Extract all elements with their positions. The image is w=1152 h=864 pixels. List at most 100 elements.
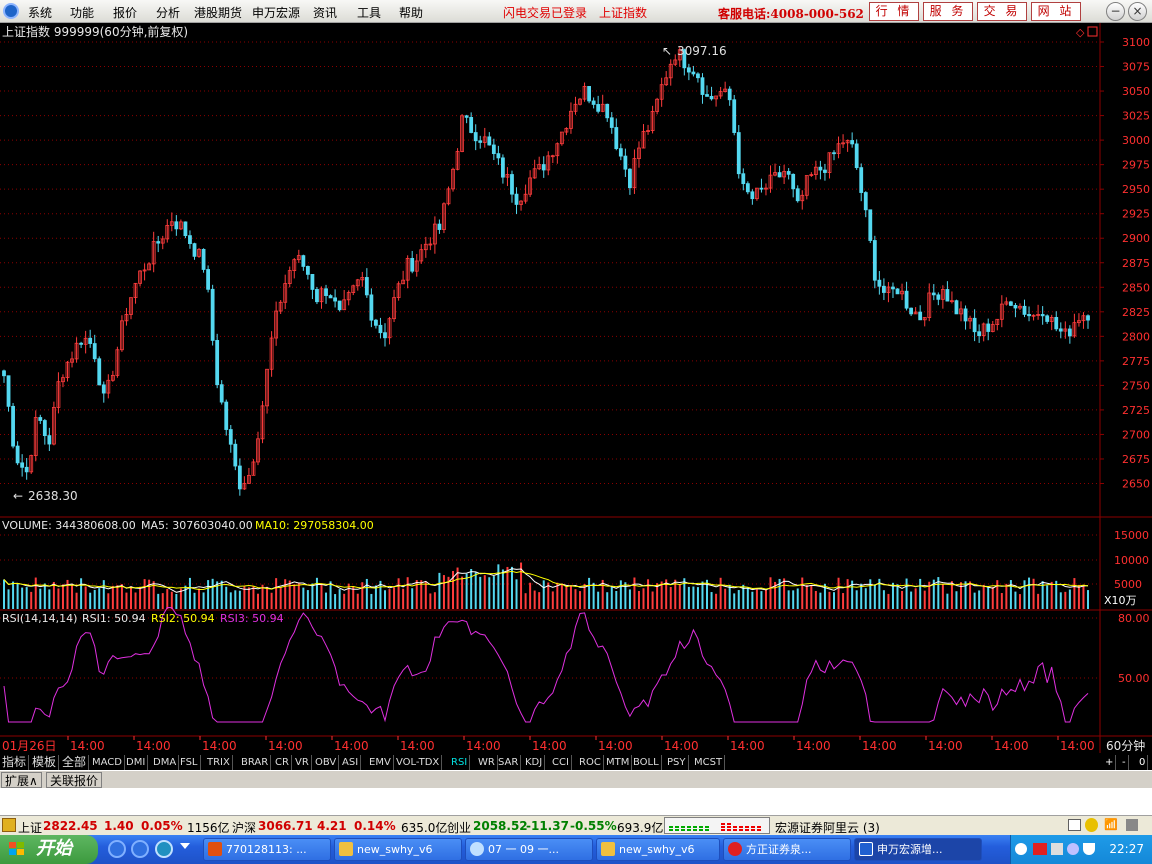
- start-button[interactable]: 开始: [0, 835, 98, 864]
- tab-roc[interactable]: ROC: [577, 755, 604, 770]
- tab-cci[interactable]: CCI: [550, 755, 572, 770]
- flag-icon[interactable]: [1033, 843, 1047, 855]
- tab-emv[interactable]: EMV: [367, 755, 394, 770]
- price-tick: 2850: [1122, 281, 1150, 294]
- website-button[interactable]: 网 站: [1031, 2, 1081, 21]
- menu-tools[interactable]: 工具: [357, 4, 381, 21]
- chevron-down-icon[interactable]: [180, 843, 190, 849]
- tab-vol-tdx[interactable]: VOL-TDX: [394, 755, 443, 770]
- candle-body: [469, 116, 474, 133]
- taskbar-item-3[interactable]: 07 一 09 一...: [465, 838, 593, 861]
- lock-icon[interactable]: [1126, 819, 1138, 831]
- candle-body: [20, 462, 25, 468]
- tray-arrow-icon[interactable]: [1015, 843, 1027, 855]
- tab-vr[interactable]: VR: [293, 755, 312, 770]
- network-icon[interactable]: [1051, 843, 1063, 855]
- menu-swhy[interactable]: 申万宏源: [252, 4, 300, 21]
- service-button[interactable]: 服 务: [923, 2, 973, 21]
- tab-mcst[interactable]: MCST: [692, 755, 726, 770]
- cy-amount: 693.9亿: [617, 821, 664, 835]
- candle-body: [818, 166, 823, 171]
- reset-button[interactable]: 0: [1137, 755, 1149, 770]
- tab-trix[interactable]: TRIX: [205, 755, 233, 770]
- candle-body: [691, 71, 696, 75]
- candle-body: [700, 77, 705, 95]
- market-button[interactable]: 行 情: [869, 2, 919, 21]
- menu-help[interactable]: 帮助: [399, 4, 423, 21]
- candle-body: [310, 273, 315, 290]
- tab-psy[interactable]: PSY: [665, 755, 689, 770]
- taskbar-item-6[interactable]: 申万宏源增...: [854, 838, 982, 861]
- menu-hk-futures[interactable]: 港股期货: [194, 4, 242, 21]
- tab-dmi[interactable]: DMI: [124, 755, 149, 770]
- kline-chart[interactable]: 3100 3075 3050 3025 3000 2975 2950 2925 2900 2875…: [0, 23, 1152, 758]
- ma5-label: MA5: 307603040.00: [141, 519, 253, 532]
- broker-server[interactable]: 宏源证券阿里云 (3): [775, 819, 880, 836]
- tab-asi[interactable]: ASI: [340, 755, 362, 770]
- candle-body: [437, 223, 442, 230]
- date-label: 01月26日: [2, 739, 57, 753]
- taskbar-item-1[interactable]: 770128113: ...: [203, 838, 331, 861]
- clock[interactable]: 22:27: [1109, 842, 1144, 856]
- signal-icon[interactable]: 📶: [1104, 818, 1118, 831]
- tab-dma[interactable]: DMA: [151, 755, 180, 770]
- tab-wr[interactable]: WR: [476, 755, 498, 770]
- tab-boll[interactable]: BOLL: [631, 755, 662, 770]
- tab-fsl[interactable]: FSL: [178, 755, 201, 770]
- flash-trade-status[interactable]: 闪电交易已登录: [503, 4, 587, 21]
- ie-icon-2[interactable]: [131, 840, 149, 858]
- zoom-in-button[interactable]: +: [1103, 755, 1117, 770]
- candle-body: [859, 167, 864, 193]
- candle-body: [918, 311, 923, 321]
- close-icon[interactable]: ×: [1128, 2, 1147, 21]
- candle-body: [478, 140, 483, 143]
- chart-area[interactable]: 3100 3075 3050 3025 3000 2975 2950 2925 2900 2875…: [0, 23, 1152, 758]
- time-tick: 14:00: [268, 739, 303, 753]
- menu-quote[interactable]: 报价: [113, 4, 137, 21]
- tab-rsi[interactable]: RSI: [449, 755, 471, 770]
- tab-obv[interactable]: OBV: [313, 755, 340, 770]
- tab-cr[interactable]: CR: [273, 755, 292, 770]
- trade-button[interactable]: 交 易: [977, 2, 1027, 21]
- minimize-icon[interactable]: −: [1106, 2, 1125, 21]
- tab-sar[interactable]: SAR: [496, 755, 522, 770]
- tab-mtm[interactable]: MTM: [604, 755, 633, 770]
- tab-brar[interactable]: BRAR: [239, 755, 272, 770]
- diamond-icon[interactable]: ◇: [1076, 26, 1085, 39]
- menu-system[interactable]: 系统: [28, 4, 52, 21]
- menu-function[interactable]: 功能: [70, 4, 94, 21]
- tab-模板[interactable]: 模板: [30, 755, 60, 770]
- expand-tab[interactable]: 扩展∧: [1, 772, 42, 788]
- browser-icon[interactable]: [155, 840, 173, 858]
- candle-body: [183, 221, 188, 237]
- taskbar-item-5[interactable]: 方正证券泉...: [723, 838, 851, 861]
- shield-icon[interactable]: [1083, 843, 1095, 855]
- face-icon[interactable]: [1085, 818, 1098, 832]
- rsi-tick: 50.00: [1118, 672, 1150, 685]
- candle-body: [496, 153, 501, 159]
- menu-info[interactable]: 资讯: [313, 4, 337, 21]
- related-quote-tab[interactable]: 关联报价: [46, 772, 103, 788]
- ticker-icon[interactable]: [2, 818, 16, 832]
- candle-body: [750, 191, 755, 200]
- price-tick: 2675: [1122, 453, 1150, 466]
- candle-body: [305, 266, 310, 275]
- zoom-out-button[interactable]: -: [1120, 755, 1129, 770]
- window-mode-icon[interactable]: [1087, 26, 1098, 37]
- tab-kdj[interactable]: KDJ: [523, 755, 546, 770]
- menu-analysis[interactable]: 分析: [156, 4, 180, 21]
- taskbar-item-2[interactable]: new_swhy_v6: [334, 838, 462, 861]
- time-tick: 14:00: [70, 739, 105, 753]
- rsi2-label: RSI2: 50.94: [151, 612, 215, 625]
- candle-body: [863, 192, 868, 211]
- window-icon[interactable]: [1068, 819, 1081, 831]
- app-logo-icon[interactable]: [3, 3, 19, 19]
- ie-icon[interactable]: [108, 840, 126, 858]
- security-icon[interactable]: [1067, 843, 1079, 855]
- tab-macd[interactable]: MACD: [90, 755, 125, 770]
- tab-指标[interactable]: 指标: [0, 755, 30, 770]
- period-label[interactable]: 60分钟: [1106, 738, 1145, 753]
- taskbar-item-4[interactable]: new_swhy_v6: [596, 838, 720, 861]
- tab-全部[interactable]: 全部: [60, 755, 90, 770]
- system-tray: 22:27: [1010, 835, 1152, 864]
